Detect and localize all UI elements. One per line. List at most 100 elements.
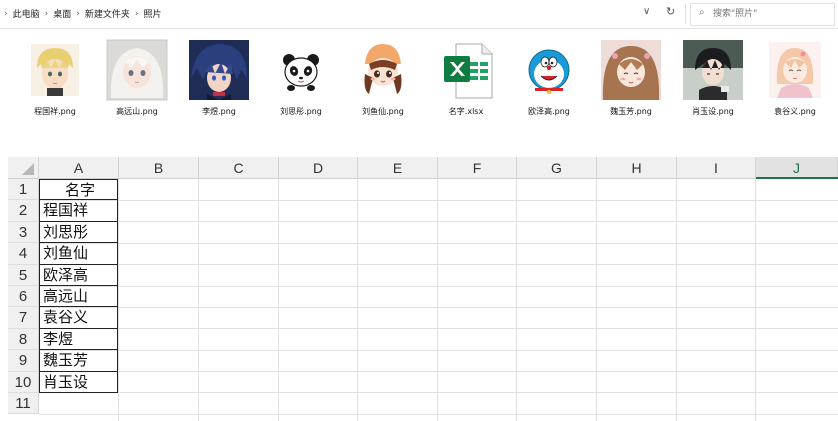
row-header-5[interactable]: 5: [8, 264, 39, 286]
breadcrumb-item-photos[interactable]: 照片: [143, 7, 161, 20]
gridline: [39, 414, 838, 415]
cell-a7[interactable]: 袁谷义: [39, 307, 118, 329]
gridline: [118, 179, 119, 421]
breadcrumb-separator-icon[interactable]: ›: [135, 9, 139, 19]
search-input[interactable]: [713, 6, 823, 22]
row-header-6[interactable]: 6: [8, 286, 39, 308]
gridline: [278, 179, 279, 421]
row-header-7[interactable]: 7: [8, 307, 39, 329]
gridline: [39, 350, 838, 351]
address-history-dropdown-icon[interactable]: ∨: [643, 6, 650, 17]
gridline: [437, 179, 438, 421]
cell-a3[interactable]: 刘思彤: [39, 221, 118, 244]
gridline: [357, 179, 358, 421]
select-all-triangle-icon: [22, 163, 34, 175]
file-item[interactable]: 名字.xlsx: [426, 36, 506, 118]
gridline: [755, 179, 756, 421]
column-header-g[interactable]: G: [517, 157, 597, 179]
chibi-girl-avatar: [359, 44, 407, 96]
cell-a2[interactable]: 程国祥: [39, 200, 118, 222]
cell-a8[interactable]: 李煜: [39, 328, 118, 351]
file-name: 程国祥.png: [34, 107, 76, 116]
excel-file-icon: [444, 43, 493, 99]
gridline: [39, 392, 838, 393]
row-header-11[interactable]: 11: [8, 393, 39, 415]
file-name: 袁谷义.png: [774, 107, 816, 116]
gridline: [516, 179, 517, 421]
file-name: 肖玉设.png: [692, 107, 734, 116]
cell-a4[interactable]: 刘鱼仙: [39, 243, 118, 265]
gridline: [39, 200, 838, 201]
file-name: 李煜.png: [202, 107, 236, 116]
breadcrumb-separator-icon[interactable]: ›: [76, 9, 80, 19]
search-box[interactable]: ⌕: [690, 3, 835, 26]
file-item[interactable]: 袁谷义.png: [755, 36, 835, 118]
gridline: [39, 264, 838, 265]
dark-anime-boy-avatar: [683, 40, 743, 100]
address-divider: [685, 4, 686, 24]
column-header-c[interactable]: C: [199, 157, 279, 179]
breadcrumb-root-chevron-icon[interactable]: ›: [4, 9, 8, 19]
breadcrumb-separator-icon[interactable]: ›: [45, 9, 49, 19]
row-header-2[interactable]: 2: [8, 200, 39, 222]
file-item[interactable]: 肖玉设.png: [673, 36, 753, 118]
white-hair-anime-girl-avatar: [106, 39, 168, 101]
file-name: 魏玉芳.png: [610, 107, 652, 116]
file-item[interactable]: 刘思彤.png: [261, 36, 341, 118]
file-grid: 程国祥.png 高远山.png 李煜.png 刘思彤.png 刘鱼仙.png 名…: [0, 28, 838, 148]
row-header-3[interactable]: 3: [8, 221, 39, 244]
file-name: 名字.xlsx: [448, 107, 484, 116]
breadcrumb: › 此电脑 › 桌面 › 新建文件夹 › 照片: [4, 7, 162, 21]
gridline: [39, 307, 838, 308]
gridline: [676, 179, 677, 421]
cell-a1-header[interactable]: 名字: [39, 179, 118, 201]
file-item[interactable]: 李煜.png: [179, 36, 259, 118]
gridline: [198, 179, 199, 421]
cell-a9[interactable]: 魏玉芳: [39, 350, 118, 372]
refresh-icon[interactable]: ↻: [666, 5, 675, 18]
gridline: [39, 286, 838, 287]
pink-anime-girl-avatar: [769, 42, 821, 98]
column-header-e[interactable]: E: [358, 157, 438, 179]
row-header-4[interactable]: 4: [8, 243, 39, 265]
breadcrumb-item-new-folder[interactable]: 新建文件夹: [85, 7, 130, 20]
breadcrumb-item-this-pc[interactable]: 此电脑: [13, 7, 40, 20]
breadcrumb-item-desktop[interactable]: 桌面: [53, 7, 71, 20]
doraemon-avatar: [525, 46, 573, 96]
address-bar: › 此电脑 › 桌面 › 新建文件夹 › 照片 ∨ ↻ ⌕: [0, 0, 838, 29]
column-header-d[interactable]: D: [279, 157, 358, 179]
gridline: [39, 221, 838, 222]
row-header-10[interactable]: 10: [8, 371, 39, 393]
column-header-i[interactable]: I: [677, 157, 756, 179]
select-all-corner[interactable]: [8, 157, 39, 179]
brown-hair-anime-girl-avatar: [601, 40, 661, 100]
file-item[interactable]: 程国祥.png: [15, 36, 95, 118]
cell-a10[interactable]: 肖玉设: [39, 371, 118, 393]
file-item[interactable]: 欧泽高.png: [509, 36, 589, 118]
gridline: [596, 179, 597, 421]
column-header-a[interactable]: A: [39, 157, 119, 179]
column-header-h[interactable]: H: [597, 157, 677, 179]
gridline: [39, 243, 838, 244]
column-header-f[interactable]: F: [438, 157, 517, 179]
file-name: 刘鱼仙.png: [362, 107, 404, 116]
cell-a5[interactable]: 欧泽高: [39, 264, 118, 286]
file-item[interactable]: 高远山.png: [97, 36, 177, 118]
row-header-8[interactable]: 8: [8, 328, 39, 351]
row-header-9[interactable]: 9: [8, 350, 39, 372]
gridline: [39, 371, 838, 372]
cell-a6[interactable]: 高远山: [39, 286, 118, 308]
column-header-b[interactable]: B: [119, 157, 199, 179]
search-icon: ⌕: [699, 7, 705, 18]
file-name: 高远山.png: [116, 107, 158, 116]
gridline: [39, 328, 838, 329]
column-header-j[interactable]: J: [756, 157, 838, 179]
file-name: 欧泽高.png: [528, 107, 570, 116]
file-item[interactable]: 刘鱼仙.png: [343, 36, 423, 118]
cell-grid[interactable]: 名字 程国祥 刘思彤 刘鱼仙 欧泽高 高远山 袁谷义 李煜 魏玉芳 肖玉设: [39, 179, 838, 421]
blonde-anime-boy-avatar: [31, 44, 79, 96]
row-header-1[interactable]: 1: [8, 179, 39, 201]
cell-a11[interactable]: [39, 393, 118, 414]
file-item[interactable]: 魏玉芳.png: [591, 36, 671, 118]
spreadsheet: A B C D E F G H I J 1 2 3 4 5 6 7 8 9 10…: [8, 157, 838, 421]
